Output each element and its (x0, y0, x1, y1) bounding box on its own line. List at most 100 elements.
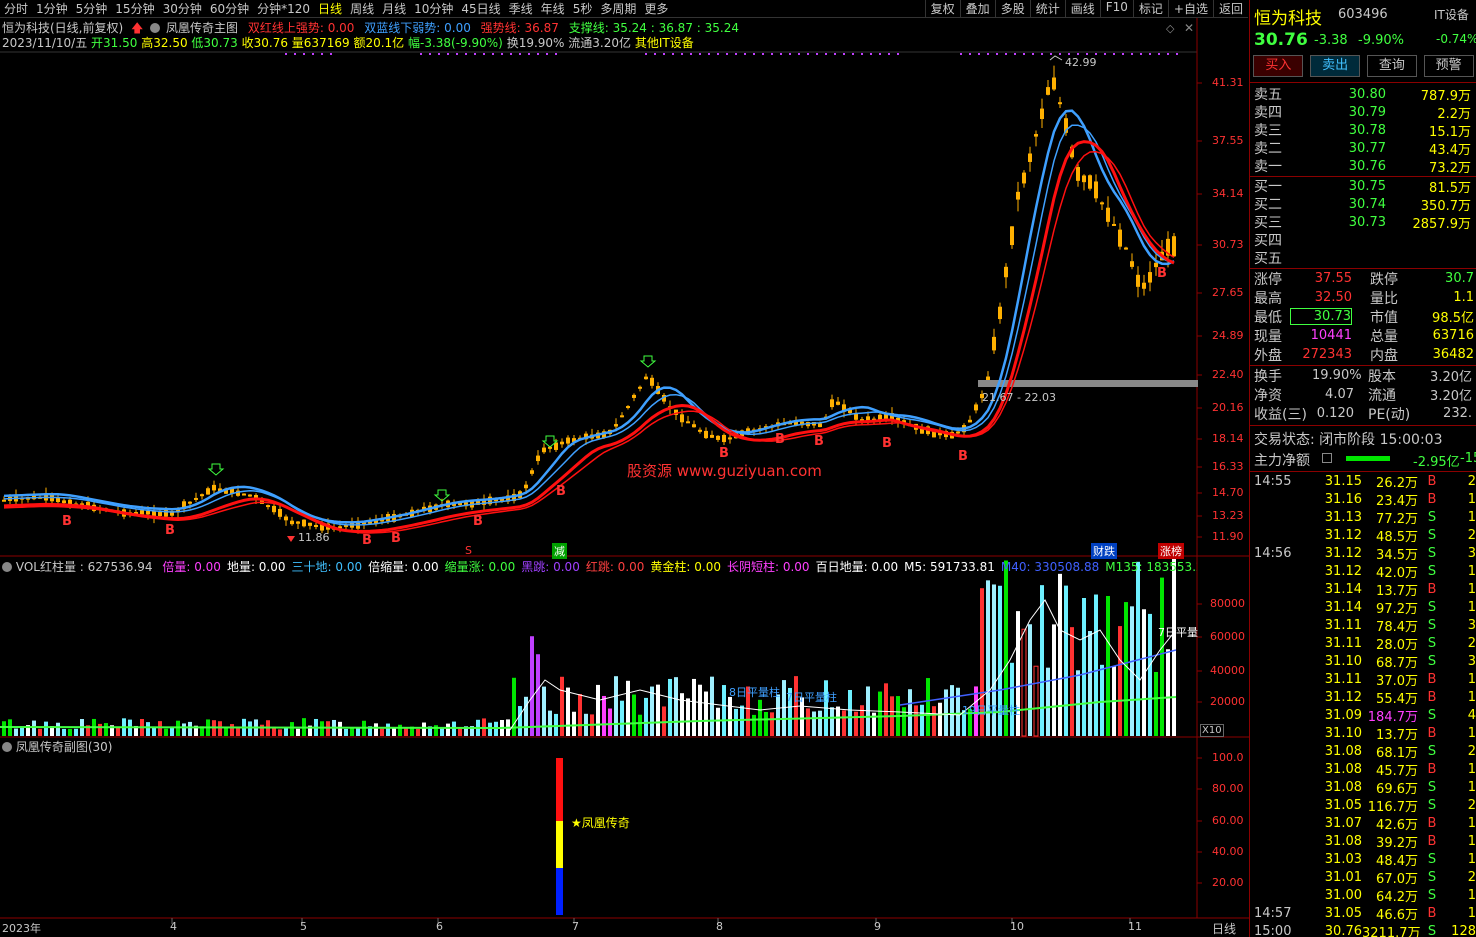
buy-button[interactable]: 买入 (1253, 55, 1304, 77)
book-row[interactable]: 买二 30.74 350.7万 (1250, 195, 1476, 214)
book-volume: 73.2万 (1429, 160, 1471, 176)
candle-body (1172, 236, 1176, 257)
sub-title: 凤凰传奇副图(30) (15, 740, 113, 754)
red-line-2 (3, 150, 1175, 534)
volume-bar (842, 710, 846, 736)
signal-dot (879, 53, 881, 55)
price-tick-label: 18.14 (1212, 432, 1244, 445)
volume-bar (818, 710, 822, 736)
panel-borders (0, 18, 1249, 919)
tick-volume: 97.2万 (1376, 601, 1418, 617)
price-tick-label: 41.31 (1212, 76, 1244, 89)
candle-body (308, 522, 312, 526)
tick-volume: 69.6万 (1376, 781, 1418, 797)
signal-dot (492, 53, 494, 55)
book-row[interactable]: 买四 (1250, 231, 1476, 249)
signal-dot (861, 53, 863, 55)
book-volume: 2857.9万 (1412, 216, 1472, 232)
signal-dot (294, 53, 296, 55)
volume-bar (398, 724, 402, 736)
candle-body (1076, 167, 1080, 181)
tick-side: B (1427, 725, 1437, 741)
tick-price: 31.01 (1324, 869, 1362, 885)
signal-dot (1158, 53, 1160, 55)
book-row[interactable]: 卖五 30.80 787.9万 (1250, 85, 1476, 104)
volume-bar (692, 678, 696, 736)
candle-body (716, 435, 720, 440)
tick-price: 31.16 (1324, 491, 1362, 507)
volume-bar (1070, 627, 1074, 736)
date-tick-label: 9 (874, 920, 881, 933)
signal-dot (726, 53, 728, 55)
list-icon[interactable] (1322, 453, 1332, 463)
alert-button[interactable]: 预警 (1423, 55, 1474, 77)
volume-bar (602, 695, 606, 736)
tick-count: 1 (1467, 725, 1476, 741)
sell-button[interactable]: 卖出 (1310, 55, 1361, 77)
tick-row: 31.11 78.4万 S 3 (1250, 616, 1476, 635)
volume-bar (1010, 662, 1014, 736)
tick-price: 31.14 (1324, 599, 1362, 615)
signal-dot (852, 53, 854, 55)
volume-bar (806, 708, 810, 736)
vol-tick-label: 60000 (1210, 630, 1245, 643)
candle-body (974, 404, 978, 411)
tick-side: S (1427, 635, 1437, 651)
vol-metric: M40: 330508.88 (1000, 560, 1100, 574)
signal-dot (483, 53, 485, 55)
stat-value: 3.20亿 (1430, 370, 1472, 385)
book-row[interactable]: 卖四 30.79 2.2万 (1250, 103, 1476, 122)
price-tick-label: 37.55 (1212, 134, 1244, 147)
tick-row: 31.08 69.6万 S 1 (1250, 778, 1476, 797)
stat-label: 现量 (1254, 328, 1282, 345)
sector-tag[interactable]: IT设备 (1434, 6, 1469, 23)
signal-dot (708, 53, 710, 55)
stat-label: 总量 (1370, 328, 1398, 345)
book-row[interactable]: 买三 30.73 2857.9万 (1250, 213, 1476, 232)
volume-bar (656, 684, 660, 736)
volume-bar (668, 678, 672, 736)
book-row[interactable]: 卖二 30.77 43.4万 (1250, 139, 1476, 158)
tick-count: 1 (1467, 887, 1476, 903)
candle-body (140, 510, 144, 515)
stat-row: 涨停 37.55 跌停 30.7 (1250, 269, 1476, 288)
tick-row: 31.00 64.2万 S 1 (1250, 886, 1476, 905)
dropdown-icon[interactable] (2, 742, 12, 752)
tick-side: S (1427, 653, 1437, 669)
stat-label: PE(动) (1368, 406, 1411, 423)
dropdown-icon[interactable] (2, 562, 12, 572)
candle-body (968, 419, 972, 423)
red-line-1 (3, 140, 1175, 533)
signal-dot (1140, 53, 1142, 55)
tick-count: 1 (1467, 563, 1476, 579)
book-price: 30.80 (1348, 86, 1386, 102)
volume-bar (434, 725, 438, 736)
volume-bar (758, 699, 762, 736)
tick-row: 31.14 97.2万 S 1 (1250, 598, 1476, 617)
signal-dot (762, 53, 764, 55)
signal-zhangbang: 涨榜 (1158, 543, 1184, 559)
volume-bar (650, 686, 654, 736)
book-row[interactable]: 买一 30.75 81.5万 (1250, 177, 1476, 196)
book-row[interactable]: 卖三 30.78 15.1万 (1250, 121, 1476, 140)
chart-canvas[interactable] (0, 0, 1249, 937)
tick-count: 2 (1467, 743, 1476, 759)
tick-side: S (1427, 545, 1437, 561)
tick-row: 31.13 77.2万 S 1 (1250, 508, 1476, 527)
tick-list[interactable]: 14:55 31.15 26.2万 B 2 31.16 23.4万 B 1 31.13 77.2万 S… (1250, 472, 1476, 937)
tick-price: 31.09 (1324, 707, 1362, 723)
signal-dot (1095, 53, 1097, 55)
book-row[interactable]: 卖一 30.76 73.2万 (1250, 157, 1476, 176)
quote-code: 603496 (1338, 7, 1388, 22)
tick-count: 1 (1467, 851, 1476, 867)
book-price: 30.79 (1348, 104, 1386, 120)
volume-bar (32, 720, 36, 736)
signal-dot (897, 53, 899, 55)
book-row[interactable]: 买五 (1250, 249, 1476, 267)
volume-bar (1136, 561, 1140, 736)
stat-row: 换手 19.90% 股本 3.20亿 (1250, 366, 1476, 385)
candle-body (158, 512, 162, 516)
query-button[interactable]: 查询 (1366, 55, 1417, 77)
volume-bar (440, 728, 444, 736)
signal-dot (1014, 53, 1016, 55)
